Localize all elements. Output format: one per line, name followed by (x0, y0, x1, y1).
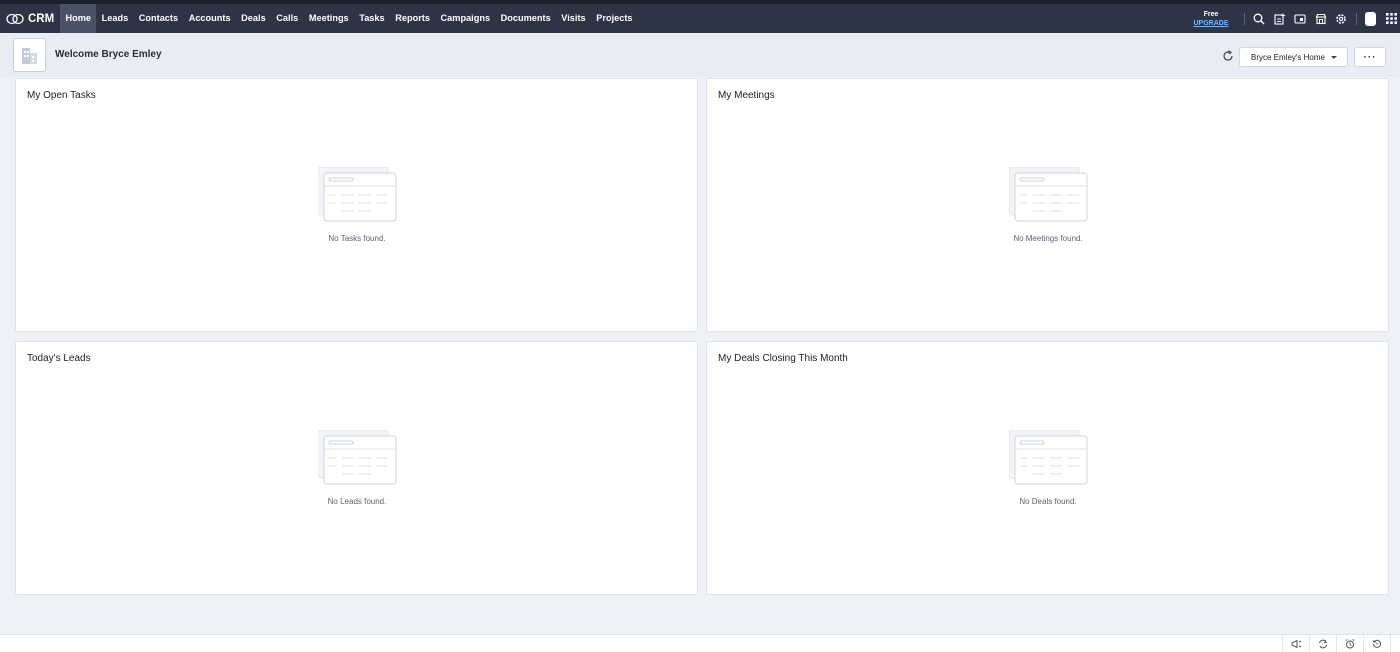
apps-grid-icon[interactable] (1381, 4, 1400, 33)
upgrade-link[interactable]: Free UPGRADE (1190, 4, 1232, 33)
dashboard-card-meetings: My Meetings No Meetings found. (706, 78, 1389, 332)
calendar-icon[interactable] (1290, 4, 1311, 33)
home-view-label: Bryce Emley's Home (1251, 52, 1325, 62)
company-avatar[interactable] (13, 38, 46, 72)
crm-logo-icon (6, 13, 24, 24)
dashboard-card-todays-leads: Today's Leads No Leads found. (15, 341, 698, 595)
refresh-icon[interactable] (1222, 49, 1234, 61)
marketplace-icon[interactable] (1311, 4, 1332, 33)
divider (1244, 12, 1245, 25)
nav-item-campaigns[interactable]: Campaigns (435, 4, 495, 33)
crm-logo[interactable]: CRM (0, 4, 60, 33)
nav-item-visits[interactable]: Visits (556, 4, 591, 33)
card-title: My Meetings (718, 90, 775, 101)
home-view-select[interactable]: Bryce Emley's Home (1239, 47, 1348, 67)
empty-table-icon (1009, 167, 1088, 222)
history-icon[interactable] (1363, 635, 1390, 652)
alarm-icon[interactable] (1336, 635, 1363, 652)
notes-icon[interactable] (1390, 635, 1400, 652)
chevron-down-icon (1331, 56, 1337, 59)
nav-item-tasks[interactable]: Tasks (354, 4, 390, 33)
welcome-message: Welcome Bryce Emley (55, 49, 162, 60)
upgrade-label[interactable]: UPGRADE (1193, 19, 1228, 28)
welcome-header: Welcome Bryce Emley Bryce Emley's Home ·… (0, 33, 1400, 77)
divider (1355, 12, 1357, 25)
nav-item-projects[interactable]: Projects (591, 4, 638, 33)
top-icons (1240, 4, 1400, 33)
nav-item-deals[interactable]: Deals (236, 4, 271, 33)
card-title: My Deals Closing This Month (718, 353, 848, 364)
card-title: My Open Tasks (27, 90, 96, 101)
bottom-icons (1282, 635, 1400, 652)
empty-table-icon (1009, 430, 1088, 485)
announcement-icon[interactable] (1282, 635, 1309, 652)
nav-item-reports[interactable]: Reports (390, 4, 435, 33)
sync-icon[interactable] (1309, 635, 1336, 652)
empty-table-icon (318, 430, 397, 485)
dashboard-card-open-tasks: My Open Tasks No Tasks found. (15, 78, 698, 332)
empty-state-text: No Meetings found. (1013, 234, 1083, 243)
nav-item-leads[interactable]: Leads (96, 4, 133, 33)
nav-item-calls[interactable]: Calls (271, 4, 304, 33)
nav-item-contacts[interactable]: Contacts (133, 4, 183, 33)
building-icon (21, 48, 37, 64)
nav-item-home[interactable]: Home (60, 4, 97, 33)
empty-state-text: No Deals found. (1019, 497, 1077, 506)
nav-item-accounts[interactable]: Accounts (183, 4, 235, 33)
more-options-button[interactable]: ··· (1354, 47, 1386, 67)
create-record-icon[interactable] (1270, 4, 1291, 33)
brand-name: CRM (28, 12, 55, 25)
top-navigation-bar: CRM Home Leads Contacts Accounts Deals C… (0, 0, 1400, 33)
empty-state-text: No Leads found. (327, 497, 387, 506)
card-title: Today's Leads (27, 353, 91, 364)
dashboard-card-deals-closing: My Deals Closing This Month No Deals fou… (706, 341, 1389, 595)
settings-icon[interactable] (1331, 4, 1352, 33)
empty-table-icon (318, 167, 397, 222)
nav-item-documents[interactable]: Documents (495, 4, 556, 33)
bottom-status-bar (0, 634, 1400, 652)
empty-state-text: No Tasks found. (328, 234, 386, 243)
profile-avatar[interactable] (1361, 4, 1382, 33)
search-icon[interactable] (1249, 4, 1270, 33)
nav-item-meetings[interactable]: Meetings (304, 4, 354, 33)
free-plan-label: Free (1203, 10, 1219, 18)
main-nav: Home Leads Contacts Accounts Deals Calls… (60, 4, 638, 33)
